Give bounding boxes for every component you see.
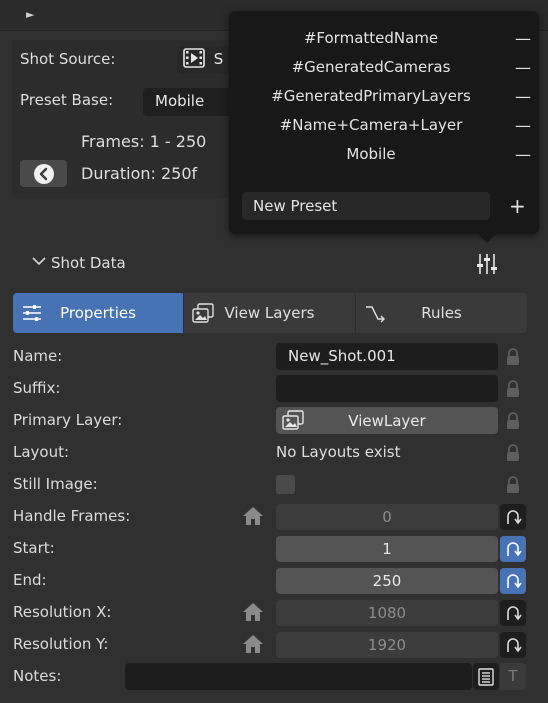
add-preset-icon[interactable]: + [509,194,526,218]
still-image-checkbox[interactable] [276,475,295,494]
duration-text: Duration: 250f [81,164,198,183]
shot-data-title[interactable]: Shot Data [51,254,126,272]
preset-base-label: Preset Base: [20,91,114,109]
reference-curve-icon [507,574,522,589]
preset-item-label[interactable]: #GeneratedPrimaryLayers [229,87,513,105]
popup-caret [478,234,496,243]
handle-frames-field[interactable]: 0 [276,504,498,530]
primary-layer-value: ViewLayer [348,411,426,430]
reference-curve-icon [507,542,522,557]
home-icon[interactable] [242,634,264,654]
back-button[interactable] [20,160,67,187]
presets-sliders-icon[interactable] [476,252,498,276]
preset-item-label[interactable]: #Name+Camera+Layer [229,116,513,134]
handle-frames-label: Handle Frames: [13,507,131,525]
expand-arrow-icon[interactable]: ► [26,8,34,21]
resolution-y-label: Resolution Y: [13,635,109,653]
suffix-label: Suffix: [13,379,61,397]
resolution-x-field[interactable]: 1080 [276,600,498,626]
lock-icon[interactable] [505,380,521,398]
new-preset-input[interactable]: New Preset [242,192,490,220]
preset-item[interactable]: #Name+Camera+Layer — [229,112,539,138]
resolution-y-reference-button[interactable] [500,632,526,658]
properties-sliders-icon [23,305,41,321]
remove-preset-icon[interactable]: — [513,87,533,106]
preset-item-label[interactable]: #GeneratedCameras [229,58,513,76]
end-label: End: [13,571,47,589]
preset-item[interactable]: #GeneratedCameras — [229,54,539,80]
preset-item[interactable]: #FormattedName — [229,25,539,51]
rules-arrow-icon [366,306,385,323]
notes-text-editor-button[interactable] [473,663,499,690]
reference-curve-icon [507,606,522,621]
remove-preset-icon[interactable]: — [513,58,533,77]
lock-icon[interactable] [505,412,521,430]
preset-base-dropdown[interactable]: Mobile [143,88,237,116]
shot-source-value: S [213,50,224,68]
name-input[interactable]: New_Shot.001 [276,343,498,370]
suffix-input[interactable] [276,375,498,402]
remove-preset-icon[interactable]: — [513,116,533,135]
preset-item-label[interactable]: #FormattedName [229,29,513,47]
tab-properties[interactable]: Properties [13,293,184,333]
primary-layer-label: Primary Layer: [13,411,123,429]
remove-preset-icon[interactable]: — [513,145,533,164]
reference-curve-icon [507,510,522,525]
end-field[interactable]: 250 [276,568,498,594]
tab-bar: Properties View Layers Rules [13,293,527,333]
text-document-icon [478,667,494,686]
layout-label: Layout: [13,443,70,461]
lock-icon[interactable] [505,476,521,494]
resolution-x-reference-button[interactable] [500,600,526,626]
still-image-label: Still Image: [13,475,98,493]
presets-popup: #FormattedName — #GeneratedCameras — #Ge… [229,11,539,234]
start-field[interactable]: 1 [276,536,498,562]
notes-label: Notes: [13,667,62,685]
text-mode-toggle[interactable]: T [500,663,526,690]
primary-layer-dropdown[interactable]: ViewLayer [276,407,498,434]
lock-icon[interactable] [505,348,521,366]
view-layers-icon [282,410,304,430]
back-circle-icon [33,163,54,184]
tab-rules[interactable]: Rules [356,293,527,333]
notes-input[interactable] [125,663,472,690]
remove-preset-icon[interactable]: — [513,29,533,48]
reference-curve-icon [507,638,522,653]
view-layers-icon [192,303,214,323]
end-reference-button[interactable] [500,568,526,594]
start-reference-button[interactable] [500,536,526,562]
resolution-y-field[interactable]: 1920 [276,632,498,658]
shot-source-label: Shot Source: [20,50,116,68]
frames-range-text: Frames: 1 - 250 [81,132,207,151]
preset-item[interactable]: Mobile — [229,141,539,167]
resolution-x-label: Resolution X: [13,603,112,621]
start-label: Start: [13,539,55,557]
layout-value: No Layouts exist [276,443,401,461]
home-icon[interactable] [242,506,264,526]
name-label: Name: [13,347,63,365]
film-clip-icon [183,48,205,68]
lock-icon[interactable] [505,444,521,462]
preset-item[interactable]: #GeneratedPrimaryLayers — [229,83,539,109]
chevron-down-icon[interactable] [32,256,46,266]
home-icon[interactable] [242,602,264,622]
tab-view-layers[interactable]: View Layers [184,293,356,333]
shot-source-dropdown[interactable]: S [177,46,237,74]
handle-frames-reference-button[interactable] [500,504,526,530]
preset-item-label[interactable]: Mobile [229,145,513,163]
